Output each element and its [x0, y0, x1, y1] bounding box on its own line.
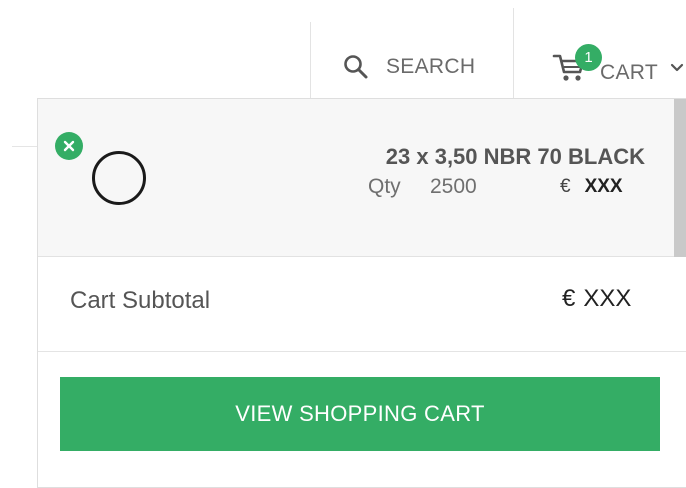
- subtotal-label: Cart Subtotal: [70, 287, 211, 314]
- page-divider: [12, 146, 37, 147]
- chevron-down-icon: [670, 63, 684, 72]
- product-thumbnail[interactable]: [92, 151, 146, 205]
- search-button[interactable]: SEARCH: [342, 50, 475, 84]
- item-price: € XXX: [560, 176, 623, 198]
- item-price-amount: XXX: [584, 176, 623, 197]
- cart-subtotal-row: Cart Subtotal € XXX: [38, 257, 686, 352]
- minicart-dropdown: 23 x 3,50 NBR 70 BLACK Qty 2500 € XXX Car…: [37, 98, 686, 488]
- cart-count-badge: 1: [575, 44, 602, 71]
- minicart-scrollbar[interactable]: [674, 99, 686, 257]
- header-divider: [310, 22, 311, 100]
- qty-value: 2500: [430, 175, 477, 198]
- cart-toggle[interactable]: 1 CART: [550, 44, 686, 88]
- item-price-currency: €: [560, 176, 571, 197]
- close-icon: [63, 140, 75, 152]
- header-divider: [513, 8, 514, 100]
- cart-label: CART: [600, 61, 658, 84]
- subtotal-currency: €: [562, 285, 576, 312]
- subtotal-amount: XXX: [583, 285, 632, 312]
- subtotal-value: € XXX: [562, 285, 631, 313]
- product-name-link[interactable]: 23 x 3,50 NBR 70 BLACK: [386, 144, 645, 170]
- remove-item-button[interactable]: [55, 132, 83, 160]
- search-label: SEARCH: [386, 55, 476, 78]
- minicart-item: 23 x 3,50 NBR 70 BLACK Qty 2500 € XXX: [38, 99, 686, 257]
- view-shopping-cart-button[interactable]: VIEW SHOPPING CART: [60, 377, 660, 451]
- site-header: SEARCH 1 CART: [0, 0, 686, 100]
- search-icon: [344, 55, 368, 79]
- qty-label: Qty: [368, 175, 401, 198]
